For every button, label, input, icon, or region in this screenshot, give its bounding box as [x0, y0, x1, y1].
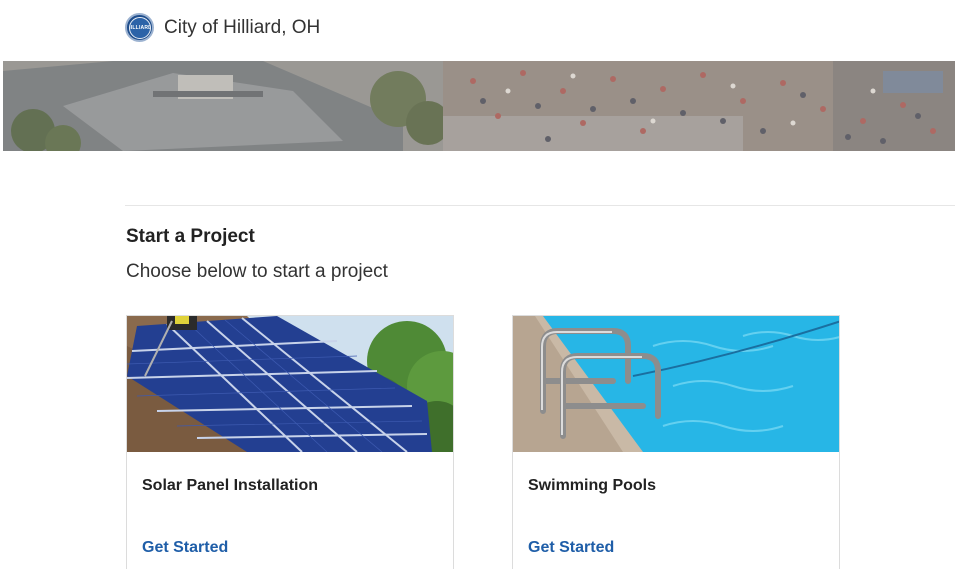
- get-started-link[interactable]: Get Started: [142, 539, 228, 557]
- section-divider: [125, 205, 955, 206]
- hero-banner-image: [3, 61, 955, 151]
- get-started-link[interactable]: Get Started: [528, 539, 614, 557]
- swimming-pool-image: [513, 316, 839, 452]
- solar-panel-image: [127, 316, 453, 452]
- project-card-solar[interactable]: Solar Panel Installation Get Started: [126, 315, 454, 569]
- section-subtitle: Choose below to start a project: [126, 261, 388, 282]
- city-name: City of Hilliard, OH: [164, 16, 321, 38]
- card-title: Swimming Pools: [528, 477, 657, 494]
- city-brand-link[interactable]: HILLIARD City of Hilliard, OH: [125, 13, 320, 42]
- city-seal-icon: HILLIARD: [125, 13, 154, 42]
- city-seal-text: HILLIARD: [128, 16, 151, 39]
- project-card-pools[interactable]: Swimming Pools Get Started: [512, 315, 840, 569]
- card-title: Solar Panel Installation: [142, 477, 319, 494]
- section-title: Start a Project: [126, 226, 255, 247]
- top-bar: HILLIARD City of Hilliard, OH: [0, 0, 955, 56]
